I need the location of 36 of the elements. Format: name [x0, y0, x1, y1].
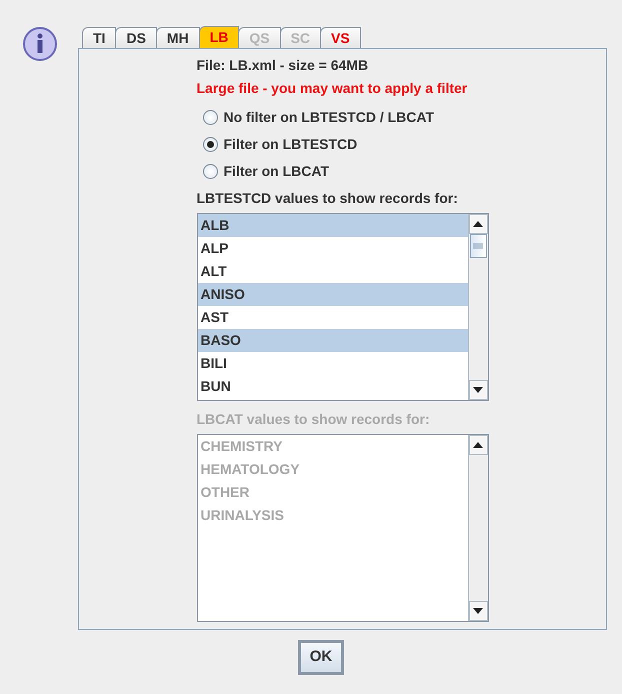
list-item[interactable]: ANISO: [198, 283, 468, 306]
down-arrow-icon: [473, 608, 483, 614]
list-item[interactable]: BASO: [198, 329, 468, 352]
scrollbar[interactable]: [468, 214, 488, 400]
tab[interactable]: VS: [320, 27, 361, 48]
up-arrow-icon: [473, 221, 483, 227]
radio-button[interactable]: [202, 164, 218, 178]
list-item[interactable]: ALP: [198, 237, 468, 260]
list-heading: LBCAT values to show records for:: [196, 410, 431, 429]
scroll-up-button[interactable]: [468, 214, 488, 234]
radio-label[interactable]: Filter on LBTESTCD: [224, 134, 358, 154]
grip-icon: [473, 243, 483, 249]
scroll-down-button[interactable]: [468, 380, 488, 400]
scroll-down-button[interactable]: [468, 601, 488, 621]
radio-button[interactable]: [202, 136, 218, 152]
down-arrow-icon: [473, 387, 483, 393]
radio-button[interactable]: [202, 110, 218, 124]
file-info-text: File: LB.xml - size = 64MB: [196, 56, 370, 75]
tab[interactable]: TI: [82, 27, 116, 48]
scroll-up-button[interactable]: [468, 435, 488, 455]
list-item[interactable]: BILI: [198, 352, 468, 375]
warning-text: Large file - you may want to apply a filter: [196, 79, 468, 98]
info-icon: [22, 26, 58, 62]
tab[interactable]: DS: [115, 27, 157, 48]
list-item[interactable]: ALB: [198, 214, 468, 237]
tab[interactable]: MH: [156, 27, 200, 48]
scrollbar[interactable]: [468, 435, 488, 621]
list-heading: LBTESTCD values to show records for:: [196, 189, 459, 208]
up-arrow-icon: [473, 442, 483, 448]
scroll-thumb[interactable]: [470, 234, 486, 258]
radio-label[interactable]: No filter on LBTESTCD / LBCAT: [224, 106, 434, 128]
radio-label[interactable]: Filter on LBCAT: [224, 160, 330, 182]
list-item[interactable]: ALT: [198, 260, 468, 283]
ok-button[interactable]: OK: [298, 640, 344, 674]
list-item[interactable]: BUN: [198, 375, 468, 398]
list-item[interactable]: AST: [198, 306, 468, 329]
